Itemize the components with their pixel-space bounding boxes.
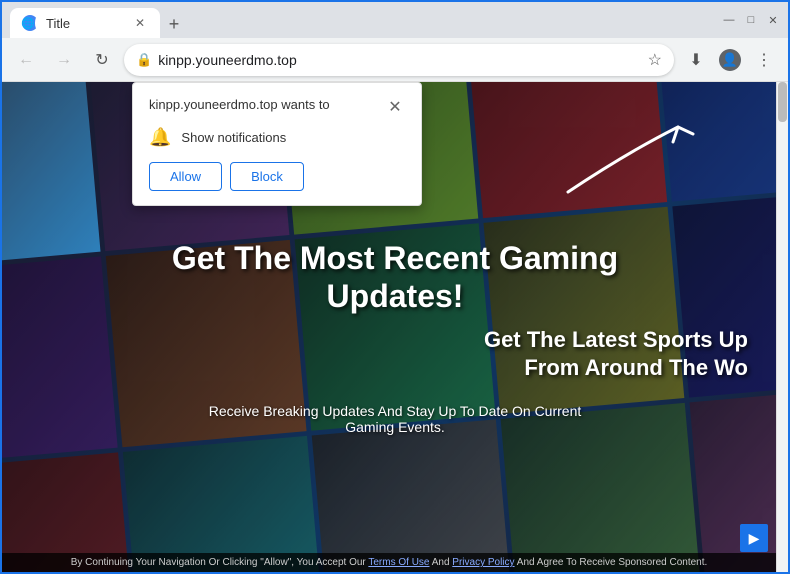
tab-area: 🌐 Title ✕ + <box>10 2 716 38</box>
window-controls: — □ ✕ <box>722 13 780 27</box>
scrollbar-thumb[interactable] <box>778 82 787 122</box>
forward-button[interactable]: → <box>48 44 80 76</box>
popup-title: kinpp.youneerdmo.top wants to <box>149 97 330 112</box>
arrow-overlay <box>548 112 708 212</box>
popup-header: kinpp.youneerdmo.top wants to ✕ <box>149 97 405 117</box>
notification-popup: kinpp.youneerdmo.top wants to ✕ 🔔 Show n… <box>132 82 422 206</box>
address-input-wrap[interactable]: 🔒 kinpp.youneerdmo.top ☆ <box>124 44 674 76</box>
back-button[interactable]: ← <box>10 44 42 76</box>
globe-tab-icon: 🌐 <box>21 17 35 30</box>
main-heading: Get The Most Recent GamingUpdates! <box>172 239 618 316</box>
body-text-content: Receive Breaking Updates And Stay Up To … <box>209 403 582 435</box>
bookmark-star-icon[interactable]: ☆ <box>648 50 662 70</box>
browser-window: 🌐 Title ✕ + — □ ✕ ← → ↻ 🔒 kinpp.youneerd… <box>0 0 790 574</box>
popup-close-button[interactable]: ✕ <box>385 97 405 117</box>
bottom-bar: By Continuing Your Navigation Or Clickin… <box>2 553 776 572</box>
sub-heading: Get The Latest Sports Up From Around The… <box>484 326 788 383</box>
main-heading-text: Get The Most Recent GamingUpdates! <box>172 240 618 314</box>
bottom-bar-text-middle: And <box>429 557 452 568</box>
bottom-bar-text-after: And Agree To Receive Sponsored Content. <box>515 557 708 568</box>
bottom-bar-text-before: By Continuing Your Navigation Or Clickin… <box>71 557 369 568</box>
body-text: Receive Breaking Updates And Stay Up To … <box>189 403 602 435</box>
minimize-button[interactable]: — <box>722 13 736 27</box>
tab-favicon-icon: 🌐 <box>22 15 38 31</box>
close-button[interactable]: ✕ <box>766 13 780 27</box>
permission-text: Show notifications <box>181 130 286 145</box>
lock-icon: 🔒 <box>136 52 152 68</box>
terms-link[interactable]: Terms Of Use <box>368 557 429 568</box>
block-button[interactable]: Block <box>230 162 304 191</box>
browser-tab[interactable]: 🌐 Title ✕ <box>10 8 160 38</box>
content-area: Get The Most Recent GamingUpdates! Get T… <box>2 82 788 572</box>
bottom-right-button[interactable]: ▶ <box>740 524 768 552</box>
title-bar: 🌐 Title ✕ + — □ ✕ <box>2 2 788 38</box>
sub-heading-line1: Get The Latest Sports Up <box>484 327 748 352</box>
address-bar: ← → ↻ 🔒 kinpp.youneerdmo.top ☆ ⬇ 👤 ⋮ <box>2 38 788 82</box>
bell-icon: 🔔 <box>149 127 171 148</box>
popup-buttons: Allow Block <box>149 162 405 191</box>
new-tab-button[interactable]: + <box>160 10 188 38</box>
scrollbar[interactable] <box>776 82 788 572</box>
allow-button[interactable]: Allow <box>149 162 222 191</box>
menu-icon[interactable]: ⋮ <box>748 44 780 76</box>
user-avatar-icon: 👤 <box>719 49 741 71</box>
toolbar-icons: ⬇ 👤 ⋮ <box>680 44 780 76</box>
popup-permission: 🔔 Show notifications <box>149 127 405 148</box>
tab-title: Title <box>46 16 70 31</box>
refresh-button[interactable]: ↻ <box>86 44 118 76</box>
address-text: kinpp.youneerdmo.top <box>158 52 637 68</box>
download-icon[interactable]: ⬇ <box>680 44 712 76</box>
profile-avatar[interactable]: 👤 <box>714 44 746 76</box>
sub-heading-line2: From Around The Wo <box>524 355 748 380</box>
maximize-button[interactable]: □ <box>744 13 758 27</box>
privacy-link[interactable]: Privacy Policy <box>452 557 514 568</box>
tab-close-button[interactable]: ✕ <box>132 15 148 31</box>
